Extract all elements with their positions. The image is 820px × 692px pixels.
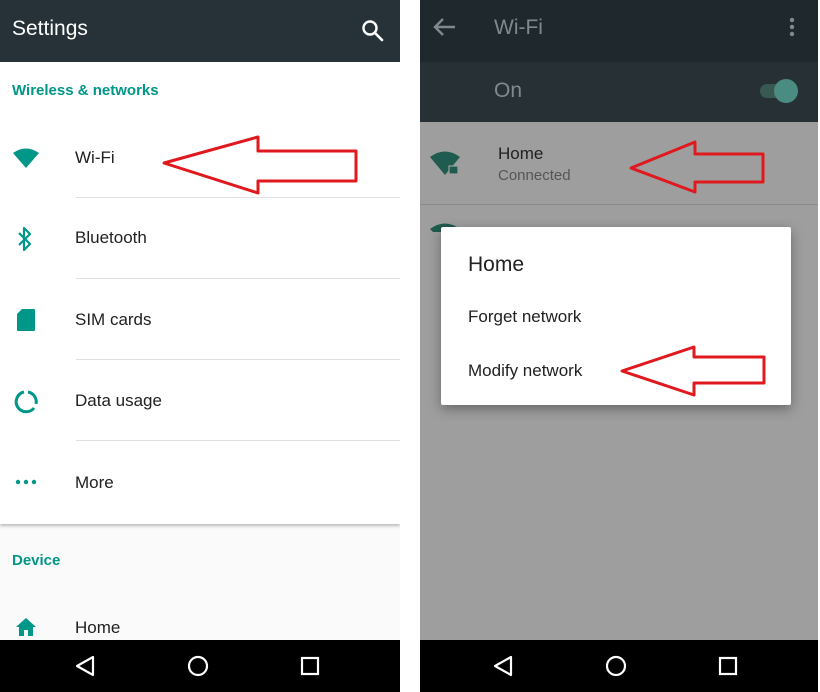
settings-item-label: More [75,473,114,492]
home-nav-icon[interactable] [604,654,628,678]
more-dots-icon [15,479,37,485]
back-nav-icon[interactable] [73,654,97,678]
section-header-wireless: Wireless & networks [12,82,159,99]
settings-item-label: Data usage [75,391,162,410]
annotation-arrow-icon [162,135,358,195]
network-name: Home [498,144,544,163]
wifi-toggle-switch[interactable] [758,78,800,104]
settings-item-label: Home [75,618,121,637]
back-arrow-icon[interactable] [432,16,458,38]
toggle-thumb [774,79,798,103]
navigation-bar [0,640,400,692]
settings-item-more[interactable]: More [0,441,400,521]
settings-item-label: Wi-Fi [75,148,115,167]
annotation-arrow-icon [620,345,766,397]
search-icon[interactable] [358,16,388,46]
settings-item-data-usage[interactable]: Data usage [0,360,400,440]
wifi-app-bar [420,0,818,62]
divider [420,204,818,205]
wifi-lock-icon [430,151,460,175]
recents-nav-icon[interactable] [717,655,739,677]
network-status: Connected [498,167,571,184]
bluetooth-icon [18,226,32,252]
page-title: Wi-Fi [494,16,543,39]
dialog-title: Home [468,253,525,276]
page-title: Settings [12,17,88,40]
forget-network-option[interactable]: Forget network [441,297,791,337]
wifi-toggle-label: On [494,79,523,102]
option-label: Forget network [468,307,582,326]
wifi-icon [13,148,39,168]
sim-card-icon [17,309,35,331]
annotation-arrow-icon [629,140,765,194]
back-nav-icon[interactable] [491,654,515,678]
settings-item-label: SIM cards [75,310,152,329]
settings-item-sim-cards[interactable]: SIM cards [0,279,400,359]
home-nav-icon[interactable] [186,654,210,678]
settings-item-bluetooth[interactable]: Bluetooth [0,198,400,278]
settings-screen: Settings Wireless & networks Wi-Fi Bluet… [0,0,400,692]
data-usage-icon [14,390,38,414]
option-label: Modify network [468,361,583,380]
recents-nav-icon[interactable] [299,655,321,677]
navigation-bar [420,640,818,692]
settings-item-label: Bluetooth [75,228,147,247]
settings-item-home[interactable]: Home [0,600,400,640]
overflow-menu-icon[interactable] [788,16,796,38]
section-header-device: Device [12,552,61,569]
home-icon [16,618,36,636]
